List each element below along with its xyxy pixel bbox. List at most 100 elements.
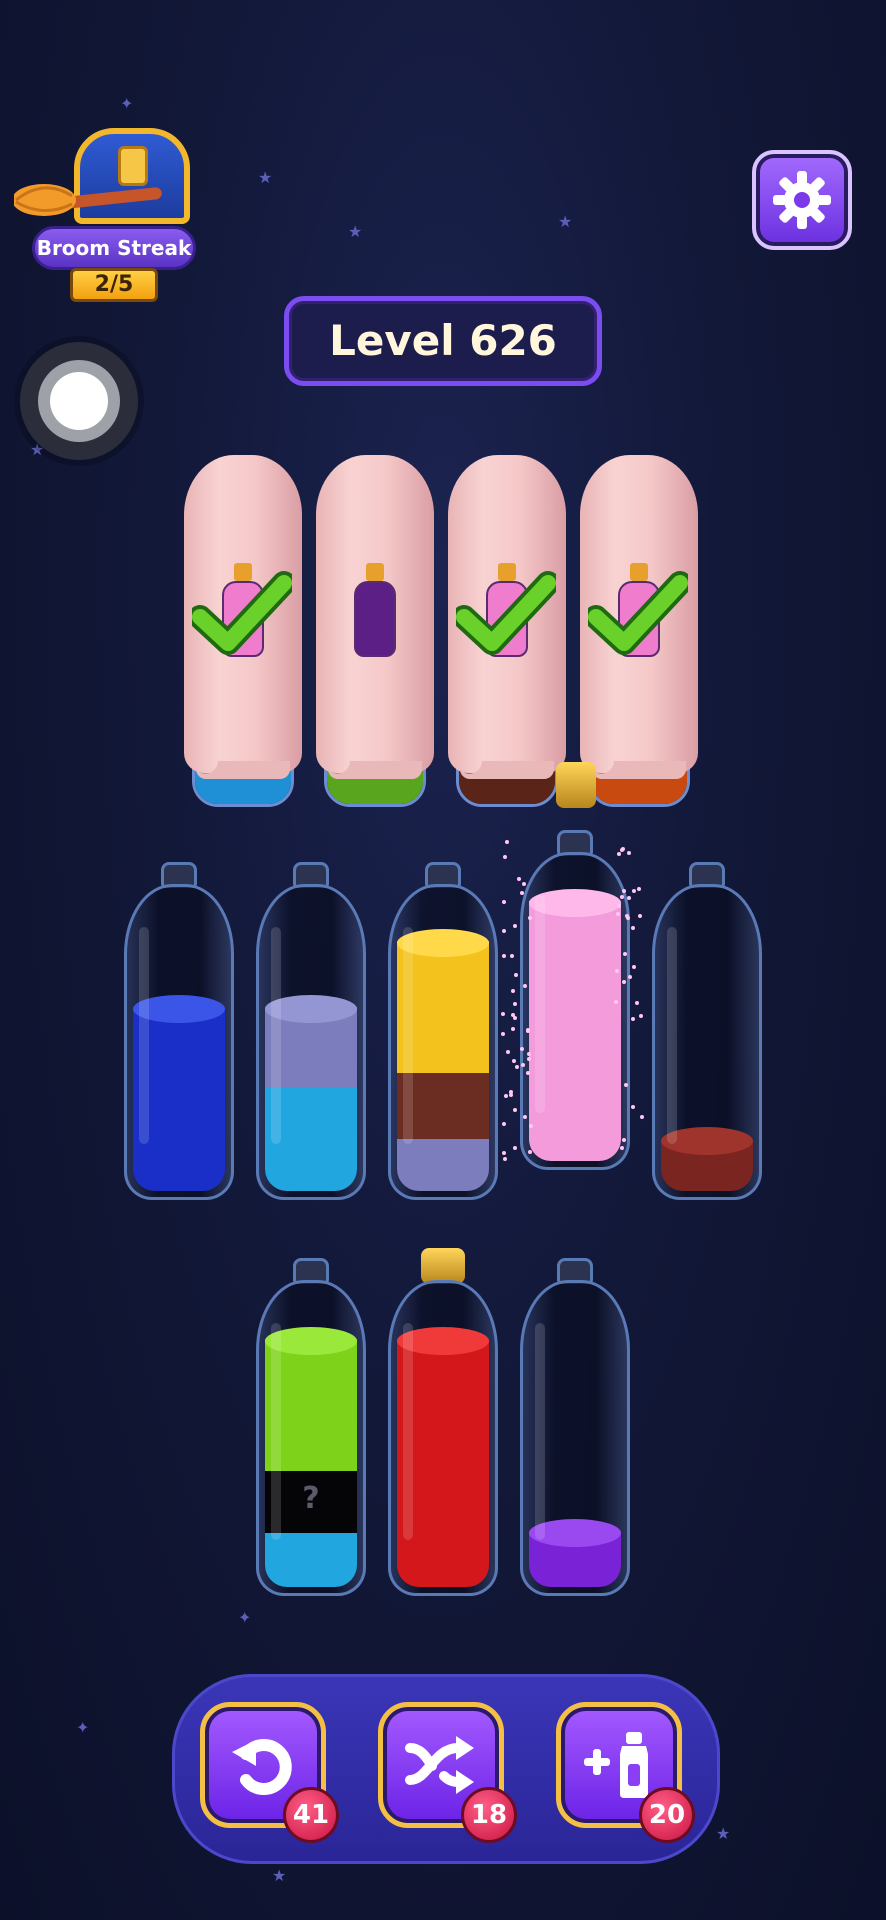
sparkle-dot bbox=[639, 1115, 644, 1120]
sparkle-dot bbox=[622, 1137, 627, 1142]
check-icon bbox=[456, 571, 556, 655]
sparkle-dot bbox=[502, 1156, 507, 1161]
sparkle-dot bbox=[616, 911, 621, 916]
sparkle-dot bbox=[502, 1151, 507, 1156]
bottle-7-completed[interactable] bbox=[388, 1248, 498, 1596]
sparkle-dot bbox=[631, 1017, 636, 1022]
shuffle-button[interactable]: 18 bbox=[378, 1702, 517, 1843]
sparkle-dot bbox=[502, 899, 507, 904]
bottle-glass bbox=[124, 884, 234, 1200]
sparkle-dot bbox=[638, 913, 643, 918]
gear-icon bbox=[773, 171, 831, 229]
sparkle-dot bbox=[627, 974, 632, 979]
sparkle-dot bbox=[504, 840, 509, 845]
sparkle-dot bbox=[635, 1000, 640, 1005]
covered-bottle-4[interactable] bbox=[580, 455, 698, 807]
undo-button[interactable]: 41 bbox=[200, 1702, 339, 1843]
sparkle-dot bbox=[617, 851, 622, 856]
sparkle-dot bbox=[627, 851, 632, 856]
sparkle-dot bbox=[626, 915, 631, 920]
star-decoration: ★ bbox=[348, 222, 363, 241]
bottle-6[interactable]: ? bbox=[256, 1258, 366, 1596]
bottle-2[interactable] bbox=[256, 862, 366, 1200]
sparkle-dot bbox=[513, 1145, 518, 1150]
sparkle-dot bbox=[614, 999, 619, 1004]
sparkle-dot bbox=[503, 1093, 508, 1098]
sparkle-dot bbox=[529, 1123, 533, 1128]
bottle-glass bbox=[652, 884, 762, 1200]
bottle-glass bbox=[388, 884, 498, 1200]
star-decoration: ★ bbox=[558, 212, 573, 231]
star-decoration: ✦ bbox=[120, 94, 134, 113]
sparkle-dot bbox=[508, 1092, 513, 1097]
bottle-1[interactable] bbox=[124, 862, 234, 1200]
sparkle-dot bbox=[514, 1064, 519, 1069]
record-dot-icon bbox=[50, 372, 108, 430]
sparkle-dot bbox=[626, 896, 631, 901]
star-decoration: ✦ bbox=[76, 1718, 90, 1737]
streak-title: Broom Streak bbox=[32, 226, 196, 270]
record-button[interactable] bbox=[20, 342, 138, 460]
sparkle-dot bbox=[639, 1014, 644, 1019]
sparkle-dot bbox=[522, 1114, 527, 1119]
sparkle-dot bbox=[502, 1121, 507, 1126]
sparkle-dot bbox=[511, 989, 516, 994]
covered-bottle-2[interactable] bbox=[316, 455, 434, 807]
sparkle-dot bbox=[622, 952, 627, 957]
sparkle-dot bbox=[511, 1059, 516, 1064]
sparkle-dot bbox=[500, 1032, 505, 1037]
sparkle-dot bbox=[501, 953, 506, 958]
sparkle-dot bbox=[631, 889, 636, 894]
sparkle-dot bbox=[631, 925, 636, 930]
sparkle-dot bbox=[501, 929, 506, 934]
check-icon bbox=[192, 571, 292, 655]
settings-button[interactable] bbox=[752, 150, 852, 250]
sparkle-dot bbox=[513, 924, 518, 929]
powerup-toolbar: 41 18 20 bbox=[172, 1674, 720, 1864]
broom-icon bbox=[14, 184, 162, 216]
sparkle-dot bbox=[513, 1108, 518, 1113]
sparkle-dot bbox=[520, 890, 525, 895]
broom-streak-widget[interactable]: Broom Streak 2/5 bbox=[14, 118, 204, 303]
bottle-5[interactable] bbox=[652, 862, 762, 1200]
add-bottle-icon bbox=[584, 1732, 648, 1798]
check-icon bbox=[588, 571, 688, 655]
sparkle-dot bbox=[500, 1011, 505, 1016]
bottle-glass bbox=[388, 1280, 498, 1596]
star-decoration: ✦ bbox=[238, 1608, 252, 1627]
bottle-glass: ? bbox=[256, 1280, 366, 1596]
undo-icon bbox=[232, 1739, 292, 1795]
sparkle-dot bbox=[631, 1105, 636, 1110]
shuffle-count-badge: 18 bbox=[461, 1787, 517, 1843]
bottle-glass bbox=[256, 884, 366, 1200]
level-label: Level 626 bbox=[284, 296, 602, 386]
sparkle-dot bbox=[502, 855, 507, 860]
sparkle-dot bbox=[505, 1050, 510, 1055]
sparkle-dot bbox=[621, 980, 626, 985]
star-decoration: ★ bbox=[716, 1824, 731, 1843]
sparkle-dot bbox=[526, 1051, 531, 1056]
sparkle-dot bbox=[624, 1082, 629, 1087]
sparkle-dot bbox=[631, 965, 636, 970]
bottle-glass bbox=[520, 852, 630, 1170]
add-bottle-button[interactable]: 20 bbox=[556, 1702, 695, 1843]
covered-bottle-3[interactable] bbox=[448, 455, 566, 807]
bottle-3[interactable] bbox=[388, 862, 498, 1200]
undo-count-badge: 41 bbox=[283, 1787, 339, 1843]
bottle-8[interactable] bbox=[520, 1258, 630, 1596]
cork-icon bbox=[556, 762, 596, 808]
sparkle-dot bbox=[514, 972, 519, 977]
star-decoration: ★ bbox=[272, 1866, 287, 1885]
sparkle-dot bbox=[516, 876, 521, 881]
sparkle-dot bbox=[513, 1002, 518, 1007]
cork-icon bbox=[421, 1248, 465, 1284]
sparkle-dot bbox=[509, 954, 514, 959]
bottle-glass bbox=[520, 1280, 630, 1596]
mini-potion-icon bbox=[352, 563, 398, 659]
sparkle-dot bbox=[614, 969, 619, 974]
star-decoration: ★ bbox=[258, 168, 273, 187]
sparkle-dot bbox=[637, 886, 642, 891]
covered-bottle-1[interactable] bbox=[184, 455, 302, 807]
sparkle-dot bbox=[510, 1027, 515, 1032]
streak-count: 2/5 bbox=[70, 268, 158, 302]
